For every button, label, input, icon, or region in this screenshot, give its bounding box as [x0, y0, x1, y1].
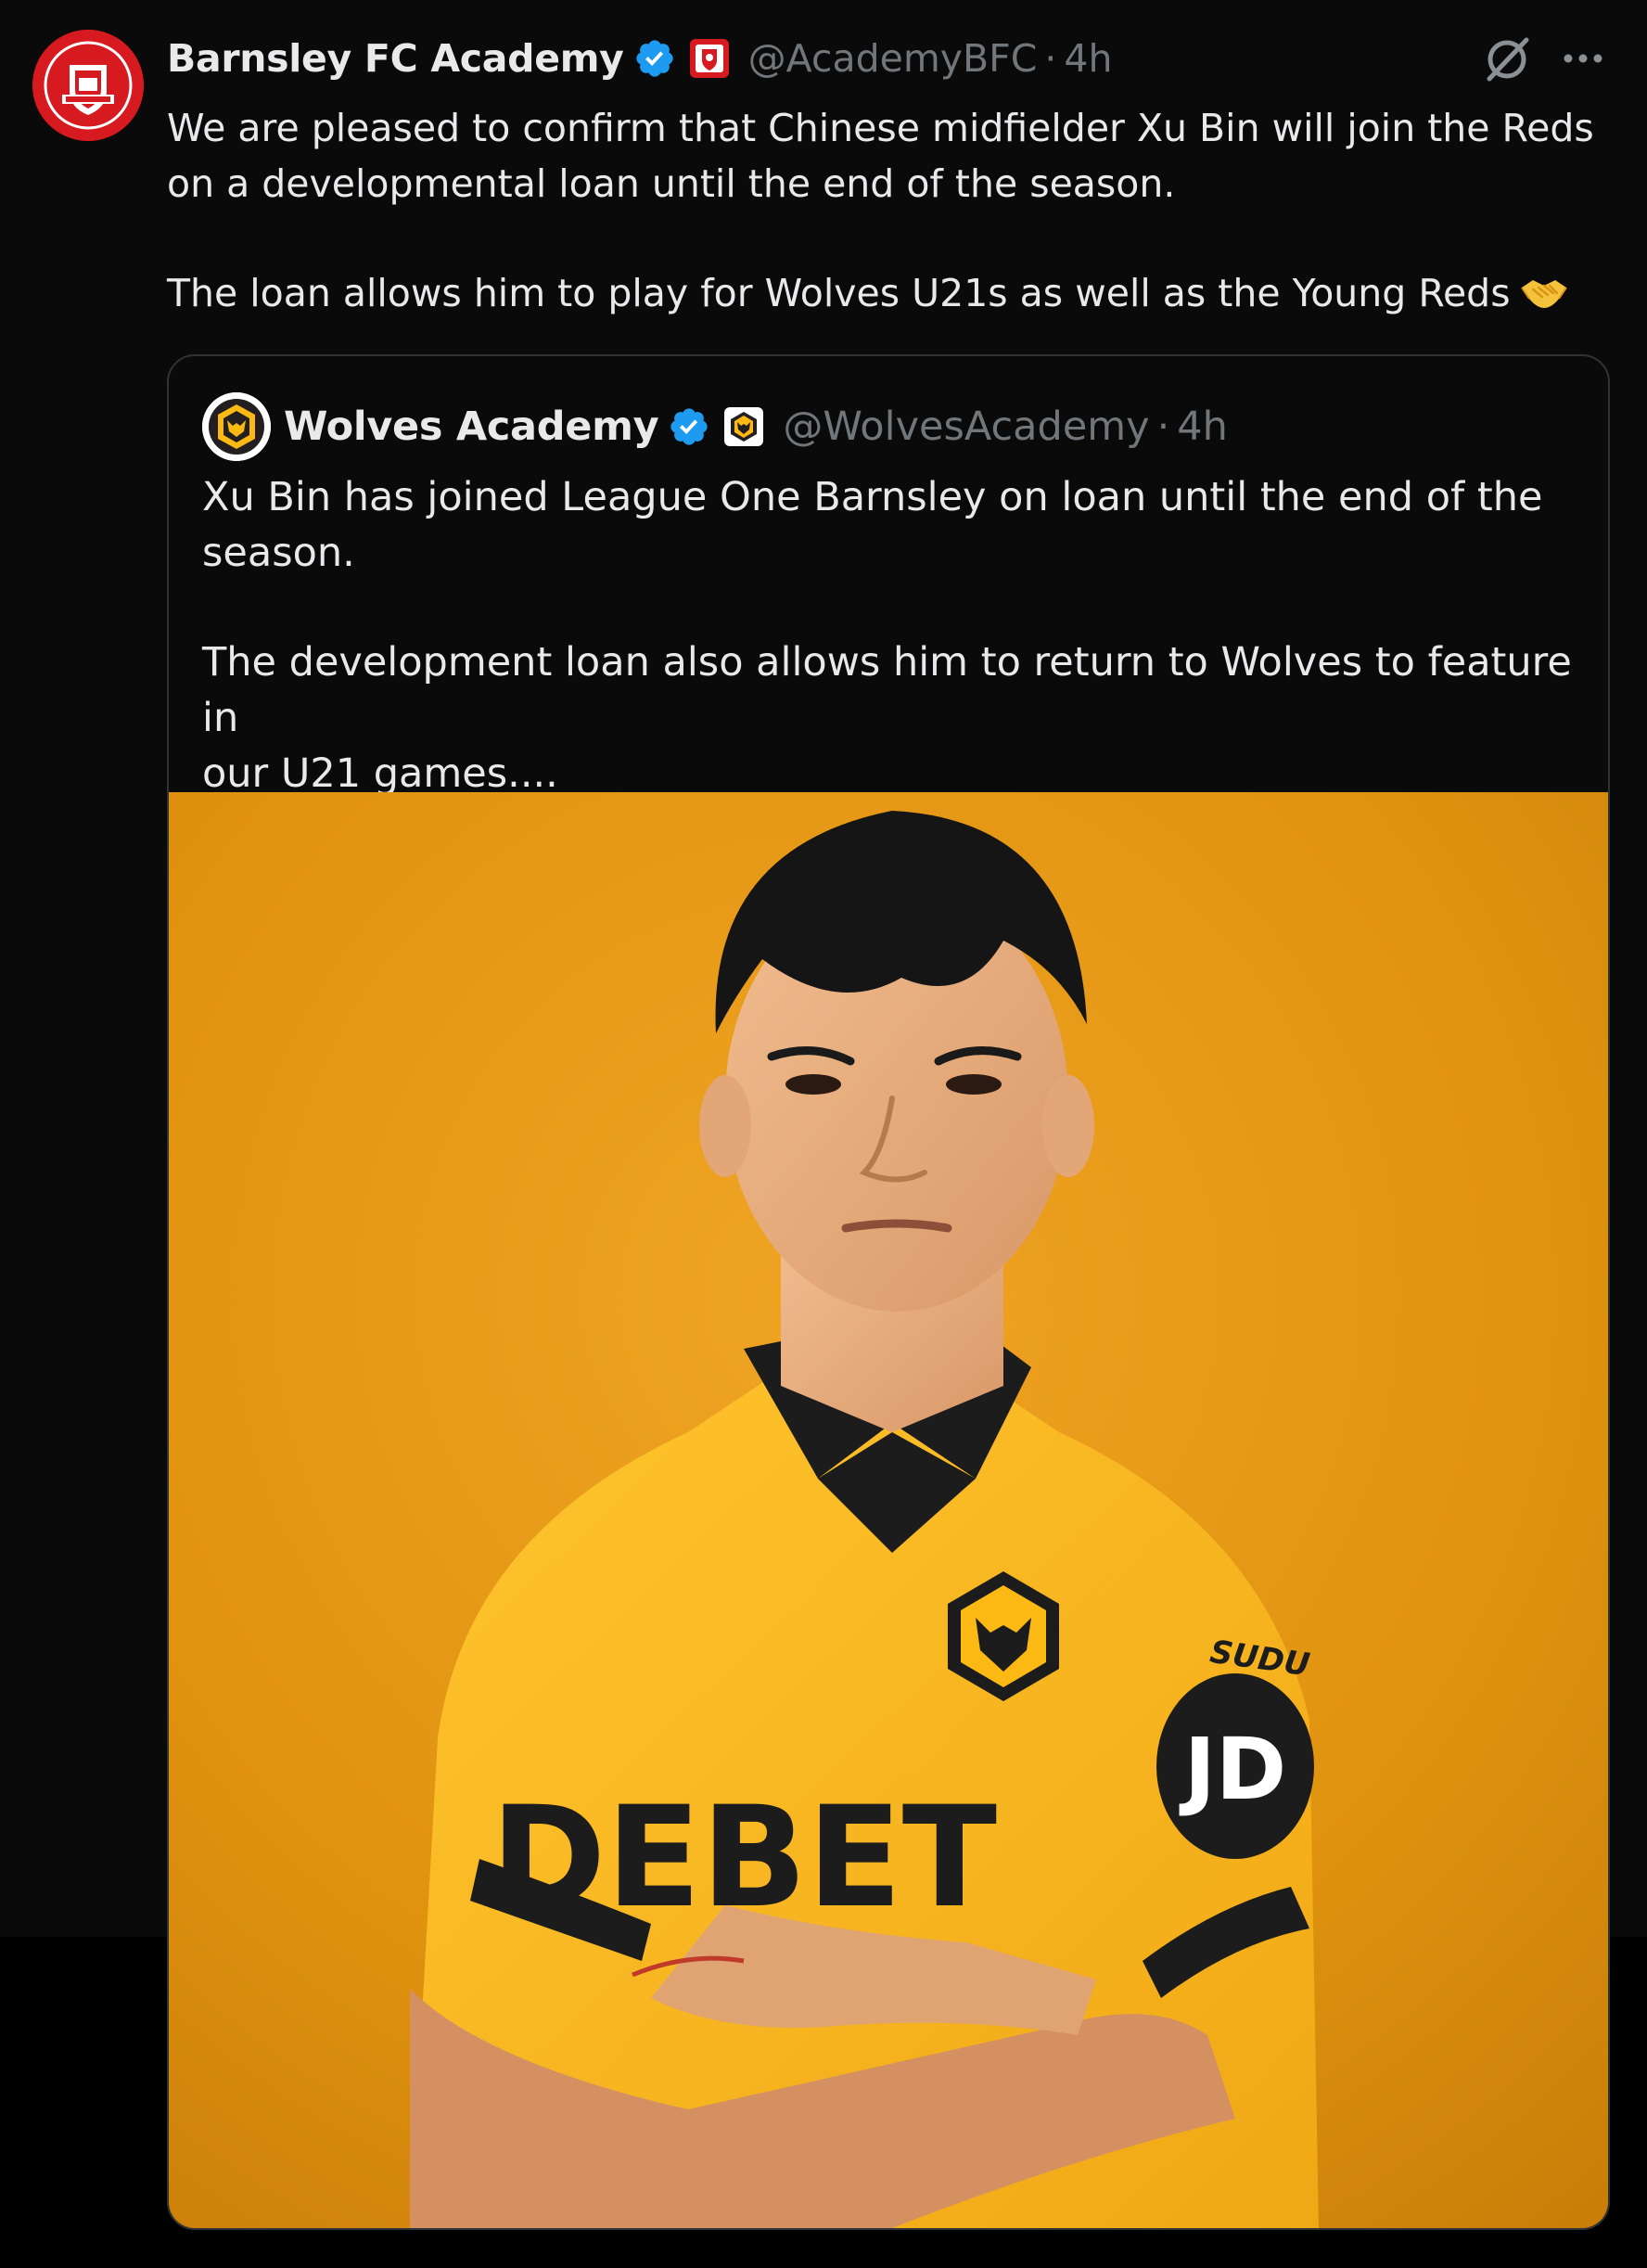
verified-badge-icon[interactable] [668, 405, 710, 448]
quoted-author-avatar[interactable] [202, 392, 271, 461]
tweet-header: Barnsley FC Academy @AcademyBFC · 4h [167, 28, 1113, 89]
separator: · [1044, 36, 1057, 81]
quoted-text-line: Xu Bin has joined League One Barnsley on… [202, 474, 1543, 520]
tweet-text-line: We are pleased to confirm that Chinese m… [167, 106, 1594, 150]
quoted-tweet-card[interactable]: Wolves Academy @WolvesAcademy · 4h Xu Bi… [167, 354, 1610, 2230]
handshake-emoji-icon [1520, 271, 1568, 308]
tweet-text-line: on a developmental loan until the end of… [167, 161, 1176, 206]
separator: · [1156, 404, 1170, 450]
quoted-author-name[interactable]: Wolves Academy [284, 404, 659, 450]
tweet-text-span: The loan allows him to play for Wolves U… [167, 271, 1511, 315]
quoted-tweet-timestamp[interactable]: 4h [1177, 404, 1228, 450]
author-handle[interactable]: @AcademyBFC [748, 36, 1038, 81]
author-name[interactable]: Barnsley FC Academy [167, 36, 624, 81]
affiliate-badge-icon[interactable] [723, 406, 764, 447]
quoted-tweet-header: Wolves Academy @WolvesAcademy · 4h [202, 391, 1228, 462]
tweet-text-line: The loan allows him to play for Wolves U… [167, 265, 1614, 321]
tweet-timestamp[interactable]: 4h [1064, 36, 1112, 81]
affiliate-badge-icon[interactable] [689, 38, 730, 79]
quoted-tweet-body: Xu Bin has joined League One Barnsley on… [202, 469, 1575, 801]
barnsley-crest-logo [32, 30, 144, 141]
tweet-body: We are pleased to confirm that Chinese m… [167, 100, 1614, 321]
more-options-icon[interactable] [1558, 37, 1608, 80]
quoted-author-handle[interactable]: @WolvesAcademy [783, 404, 1149, 450]
verified-badge-icon[interactable] [633, 37, 676, 80]
author-avatar[interactable] [32, 30, 144, 141]
photo-sponsor-jd: JD [1179, 1720, 1287, 1819]
quoted-text-line: The development loan also allows him to … [202, 639, 1572, 741]
player-photo[interactable]: JD SUDU DEBET [169, 792, 1608, 2228]
grok-icon[interactable] [1480, 32, 1534, 86]
quoted-text-line: season. [202, 530, 355, 576]
